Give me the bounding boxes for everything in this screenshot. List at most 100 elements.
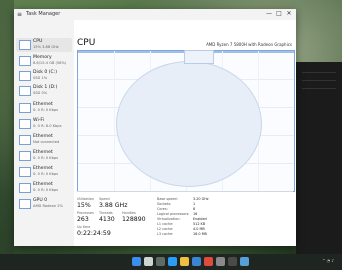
graph-axis xyxy=(77,191,293,192)
title-bar: ≡ Task Manager — □ ✕ xyxy=(14,9,296,20)
sidebar-item-ethernet-4[interactable]: Ethernet S: 0 R: 0 Kbps xyxy=(16,165,72,179)
l2-cache-label: L2 cache: xyxy=(157,227,174,231)
cpu-thumbnail-icon xyxy=(19,40,31,50)
background-window-line xyxy=(302,80,336,81)
threads-value: 4130 xyxy=(99,216,115,223)
cpu-utilization-graph xyxy=(77,50,295,192)
handles-value: 128890 xyxy=(122,216,146,223)
sidebar-item-label: Ethernet xyxy=(33,166,53,171)
sidebar-item-ethernet-1[interactable]: Ethernet S: 0 R: 0 Kbps xyxy=(16,101,72,115)
sidebar-item-sub: S: 0 R: 0 Kbps xyxy=(33,172,59,176)
edge-icon[interactable] xyxy=(168,257,177,266)
network-thumbnail-icon xyxy=(19,103,31,113)
sidebar-item-sub: S: 0 R: 0 Kbps xyxy=(33,156,59,160)
sidebar-item-ethernet-5[interactable]: Ethernet S: 0 R: 0 Kbps xyxy=(16,181,72,195)
terminal-icon[interactable] xyxy=(228,257,237,266)
uptime-label: Up time xyxy=(77,225,91,229)
sidebar-item-label: Memory xyxy=(33,55,52,60)
background-window[interactable] xyxy=(296,62,342,254)
logical-processors-value: 16 xyxy=(193,212,198,216)
uptime-value: 0:22:24:59 xyxy=(77,230,111,237)
sidebar-item-sub: 8.6/15.4 GB (56%) xyxy=(33,61,67,65)
cpu-model-name: AMD Ryzen 7 5800H with Radeon Graphics xyxy=(206,42,292,47)
network-thumbnail-icon xyxy=(19,183,31,193)
sidebar-item-label: Ethernet xyxy=(33,134,53,139)
windows-start-icon[interactable] xyxy=(132,257,141,266)
threads-label: Threads xyxy=(99,211,113,215)
sidebar-item-label: Disk 1 (D:) xyxy=(33,85,58,90)
sidebar-item-sub: S: 0 R: 8.0 Kbps xyxy=(33,124,62,128)
network-thumbnail-icon xyxy=(19,135,31,145)
l1-cache-label: L1 cache: xyxy=(157,222,174,226)
cores-label: Cores: xyxy=(157,207,168,211)
l1-cache-value: 512 KB xyxy=(193,222,206,226)
logical-processors-label: Logical processors: xyxy=(157,212,190,216)
taskview-icon[interactable] xyxy=(156,257,165,266)
sidebar-item-gpu[interactable]: GPU 0 AMD Radeon 2% xyxy=(16,197,72,211)
handles-label: Handles xyxy=(122,211,136,215)
sidebar-item-sub: Not connected xyxy=(33,140,60,144)
sidebar-item-sub: SSD 0% xyxy=(33,91,48,95)
base-speed-value: 3.20 GHz xyxy=(193,197,209,201)
minimize-button[interactable]: — xyxy=(264,10,274,17)
cpu-stats: Utilization 15% Speed 3.88 GHz Processes… xyxy=(77,197,293,246)
sidebar-item-wifi[interactable]: Wi-Fi S: 0 R: 8.0 Kbps xyxy=(16,117,72,131)
sidebar-item-label: Ethernet xyxy=(33,102,53,107)
sidebar-item-sub: S: 0 R: 0 Kbps xyxy=(33,188,59,192)
window-title: Task Manager xyxy=(26,11,61,17)
network-thumbnail-icon xyxy=(19,167,31,177)
store-icon[interactable] xyxy=(192,257,201,266)
graph-tab xyxy=(184,50,214,64)
system-tray[interactable]: ⌃ ◔ ♪ xyxy=(322,258,334,263)
disk-thumbnail-icon xyxy=(19,71,31,81)
sidebar-item-ethernet-2[interactable]: Ethernet Not connected xyxy=(16,133,72,147)
grid-line xyxy=(114,51,115,191)
processes-value: 263 xyxy=(77,216,89,223)
search-icon[interactable] xyxy=(144,257,153,266)
memory-thumbnail-icon xyxy=(19,56,31,66)
page-title: CPU xyxy=(77,38,96,48)
background-window-line xyxy=(302,72,336,73)
sidebar-item-label: GPU 0 xyxy=(33,198,48,203)
sockets-label: Sockets: xyxy=(157,202,172,206)
sidebar-item-sub: AMD Radeon 2% xyxy=(33,204,63,208)
sidebar-item-disk-1[interactable]: Disk 1 (D:) SSD 0% xyxy=(16,84,72,98)
utilization-value: 15% xyxy=(77,202,91,209)
settings-icon[interactable] xyxy=(216,257,225,266)
menu-icon[interactable]: ≡ xyxy=(17,11,22,18)
cpu-panel: CPU AMD Ryzen 7 5800H with Radeon Graphi… xyxy=(74,20,296,246)
processes-label: Processes xyxy=(77,211,94,215)
sidebar-item-label: Wi-Fi xyxy=(33,118,44,123)
speed-label: Speed xyxy=(99,197,110,201)
sidebar-item-sub: S: 0 R: 0 Kbps xyxy=(33,108,59,112)
close-button[interactable]: ✕ xyxy=(284,10,294,17)
background-window-line xyxy=(302,88,336,89)
sidebar-item-label: Disk 0 (C:) xyxy=(33,70,58,75)
sidebar-item-cpu[interactable]: CPU 15% 3.88 GHz xyxy=(16,38,72,52)
maximize-button[interactable]: □ xyxy=(274,10,284,17)
sidebar-item-sub: 15% 3.88 GHz xyxy=(33,45,59,49)
cores-value: 8 xyxy=(193,207,196,211)
explorer-icon[interactable] xyxy=(180,257,189,266)
sidebar-item-label: Ethernet xyxy=(33,182,53,187)
task-manager-icon[interactable] xyxy=(240,257,249,266)
virtualization-value: Enabled xyxy=(193,217,207,221)
sidebar-item-memory[interactable]: Memory 8.6/15.4 GB (56%) xyxy=(16,54,72,68)
l3-cache-label: L3 cache: xyxy=(157,232,174,236)
chrome-icon[interactable] xyxy=(204,257,213,266)
sidebar-item-disk-0[interactable]: Disk 0 (C:) SSD 1% xyxy=(16,69,72,83)
base-speed-label: Base speed: xyxy=(157,197,178,201)
graph-overlay-shape xyxy=(116,61,262,187)
wifi-thumbnail-icon xyxy=(19,119,31,129)
l3-cache-value: 16.0 MB xyxy=(193,232,207,236)
virtualization-label: Virtualization: xyxy=(157,217,181,221)
l2-cache-value: 4.0 MB xyxy=(193,227,205,231)
disk-thumbnail-icon xyxy=(19,86,31,96)
speed-value: 3.88 GHz xyxy=(99,202,128,209)
taskbar: ⌃ ◔ ♪ xyxy=(0,254,342,270)
sockets-value: 1 xyxy=(193,202,196,206)
sidebar-item-ethernet-3[interactable]: Ethernet S: 0 R: 0 Kbps xyxy=(16,149,72,163)
gpu-thumbnail-icon xyxy=(19,199,31,209)
performance-sidebar: CPU 15% 3.88 GHz Memory 8.6/15.4 GB (56%… xyxy=(14,20,74,246)
task-manager-window: ≡ Task Manager — □ ✕ CPU 15% 3.88 GHz Me… xyxy=(14,9,296,246)
